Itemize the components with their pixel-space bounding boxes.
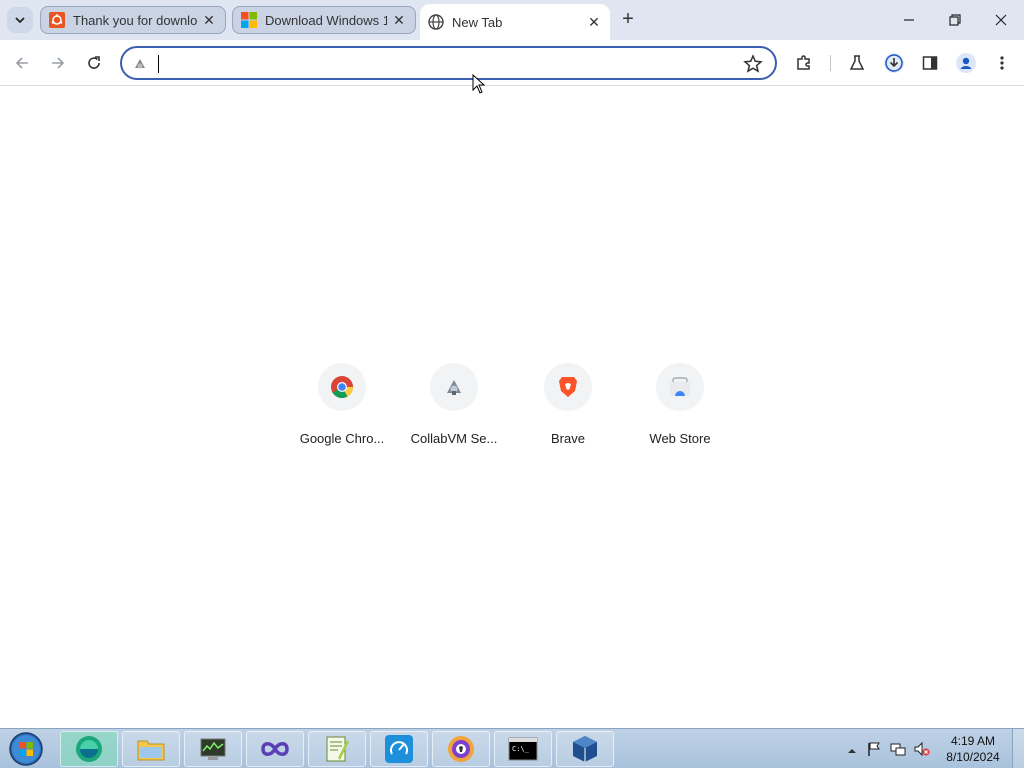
taskbar-virtualbox[interactable] <box>556 731 614 767</box>
side-panel-icon <box>922 56 938 70</box>
taskbar-browser[interactable] <box>60 731 118 767</box>
minimize-button[interactable] <box>886 0 932 40</box>
collabvm-icon <box>447 380 461 395</box>
shortcut-brave[interactable]: Brave <box>512 363 624 453</box>
svg-text:C:\_: C:\_ <box>512 745 530 753</box>
new-tab-page: Google Chro... CollabVM Se... Brave Web … <box>0 87 1024 728</box>
windows-icon <box>241 12 257 28</box>
shortcut-icon-tile <box>430 363 478 411</box>
shortcut-label: CollabVM Se... <box>410 431 498 446</box>
back-button[interactable] <box>8 49 36 77</box>
monitor-icon <box>200 738 226 760</box>
taskbar-notepad-plus-plus[interactable] <box>308 731 366 767</box>
tab-download-windows[interactable]: Download Windows 1 ✕ <box>232 6 416 34</box>
close-icon[interactable]: ✕ <box>201 12 217 28</box>
shortcut-web-store[interactable]: Web Store <box>624 363 736 453</box>
taskbar-system-monitor[interactable] <box>184 731 242 767</box>
web-store-icon <box>670 377 690 396</box>
folder-icon <box>137 740 165 761</box>
menu-button[interactable] <box>988 49 1016 77</box>
volume-muted-icon[interactable] <box>914 741 930 757</box>
shortcut-label: Brave <box>551 431 585 446</box>
speedometer-icon <box>385 735 413 763</box>
windows-orb-icon <box>9 732 43 766</box>
shortcut-collabvm[interactable]: CollabVM Se... <box>398 363 510 453</box>
clock-date: 8/10/2024 <box>946 750 1000 764</box>
tab-new-tab[interactable]: New Tab ✕ <box>420 4 610 40</box>
toolbar <box>0 40 1024 86</box>
brave-icon <box>559 377 577 397</box>
brave-browser-icon <box>448 736 474 762</box>
chrome-icon <box>331 376 353 398</box>
shortcut-icon-tile <box>318 363 366 411</box>
virtualbox-icon <box>573 736 597 762</box>
taskbar-command-prompt[interactable]: C:\_ <box>494 731 552 767</box>
side-panel-button[interactable] <box>916 49 944 77</box>
shortcut-label: Google Chro... <box>299 431 385 446</box>
globe-icon <box>428 14 444 30</box>
restore-icon <box>949 14 961 26</box>
toolbar-divider <box>830 55 831 71</box>
taskbar-brave-browser[interactable] <box>432 731 490 767</box>
show-hidden-icons-icon[interactable] <box>844 743 860 759</box>
tab-strip: Thank you for downlo ✕ Download Windows … <box>0 0 1024 40</box>
tab-search-button[interactable] <box>7 7 33 33</box>
text-caret <box>158 55 159 73</box>
bookmark-star-icon[interactable] <box>743 54 763 74</box>
address-input[interactable] <box>156 53 736 73</box>
minimize-icon <box>904 19 914 21</box>
reload-icon <box>88 56 100 69</box>
tab-title: Download Windows 1 <box>265 12 387 28</box>
close-icon[interactable]: ✕ <box>391 12 407 28</box>
restore-button[interactable] <box>932 0 978 40</box>
tab-title: New Tab <box>452 14 503 30</box>
collabvm-icon <box>135 59 145 69</box>
download-icon <box>884 53 904 73</box>
notepad-plus-plus-icon <box>326 736 349 762</box>
shortcut-icon-tile <box>656 363 704 411</box>
terminal-icon: C:\_ <box>508 737 538 761</box>
clock-time: 4:19 AM <box>950 734 996 748</box>
arrow-left-icon <box>15 57 28 69</box>
labs-button[interactable] <box>843 49 871 77</box>
extensions-button[interactable] <box>790 49 818 77</box>
windows-taskbar: C:\_ 4:19 AM 8/10/2024 <box>0 728 1024 768</box>
chevron-down-icon <box>15 17 25 24</box>
network-icon[interactable] <box>890 741 906 757</box>
infinity-icon <box>261 742 289 756</box>
kebab-menu-icon <box>1000 56 1004 70</box>
close-window-button[interactable] <box>978 0 1024 40</box>
tab-title: Thank you for downlo <box>73 12 197 28</box>
show-desktop-button[interactable] <box>1012 729 1024 768</box>
address-bar[interactable] <box>120 46 777 80</box>
close-icon[interactable]: ✕ <box>586 14 602 30</box>
puzzle-icon <box>797 55 810 70</box>
arrow-right-icon <box>52 57 65 69</box>
reload-button[interactable] <box>80 49 108 77</box>
shortcut-icon-tile <box>544 363 592 411</box>
flask-icon <box>849 55 865 70</box>
mouse-cursor-icon <box>472 74 486 94</box>
taskbar-visual-studio[interactable] <box>246 731 304 767</box>
action-center-flag-icon[interactable] <box>866 741 882 757</box>
close-icon <box>995 14 1007 26</box>
taskbar-file-explorer[interactable] <box>122 731 180 767</box>
downloads-button[interactable] <box>880 49 908 77</box>
shortcut-google-chrome[interactable]: Google Chro... <box>286 363 398 453</box>
start-button[interactable] <box>6 731 46 767</box>
taskbar-speedtest[interactable] <box>370 731 428 767</box>
system-clock[interactable]: 4:19 AM 8/10/2024 <box>940 733 1006 765</box>
shortcut-label: Web Store <box>649 431 711 446</box>
ubuntu-icon <box>49 12 65 28</box>
avatar-icon <box>956 53 976 73</box>
profile-button[interactable] <box>952 49 980 77</box>
new-tab-button[interactable]: + <box>616 8 640 32</box>
forward-button[interactable] <box>44 49 72 77</box>
browser-app-icon <box>76 736 102 762</box>
tab-ubuntu[interactable]: Thank you for downlo ✕ <box>40 6 226 34</box>
